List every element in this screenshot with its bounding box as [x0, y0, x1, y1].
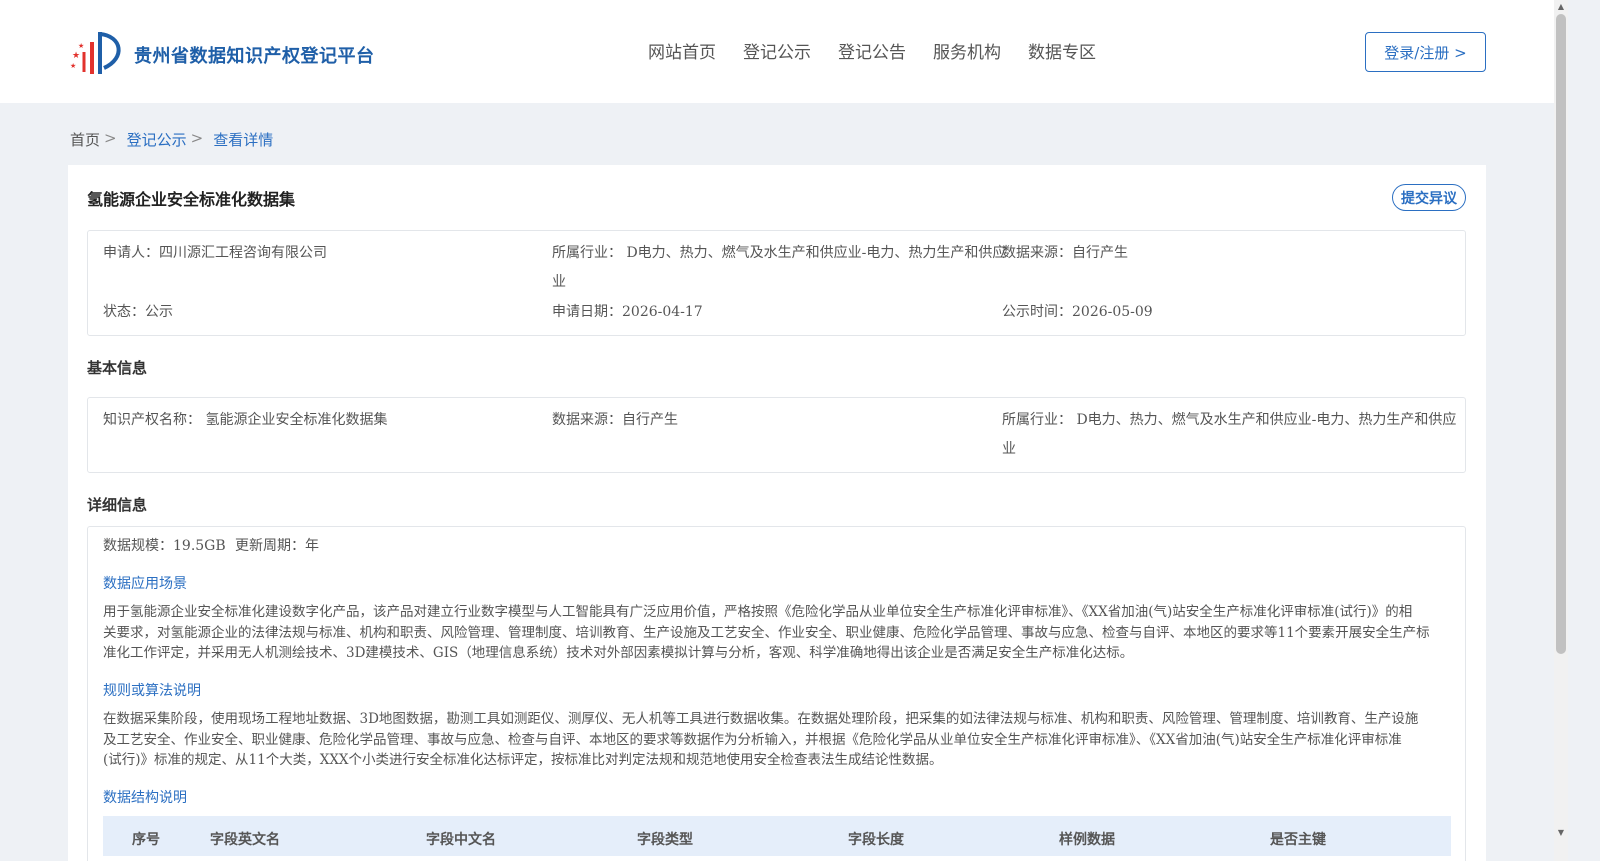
algorithm-text: 在数据采集阶段，使用现场工程地址数据、3D地图数据，勘测工具如测距仪、测厚仪、无… — [103, 709, 1451, 771]
industry-field: 所属行业： D电力、热力、燃气及水生产和供应业-电力、热力生产和供应 业 — [552, 239, 1006, 297]
breadcrumb: 首页 > 登记公示 > 查看详情 — [70, 129, 273, 150]
basic-industry-line-1: 所属行业： D电力、热力、燃气及水生产和供应业-电力、热力生产和供应 — [1002, 412, 1457, 428]
scrollbar-thumb[interactable] — [1556, 14, 1566, 654]
data-scale-field: 数据规模：19.5GB — [103, 538, 226, 554]
detailed-info-box — [87, 526, 1466, 861]
detail-card: 氢能源企业安全标准化数据集 提交异议 申请人：四川源汇工程咨询有限公司 所属行业… — [68, 165, 1486, 861]
breadcrumb-separator: > — [104, 129, 117, 147]
scenario-line: 关要求，对氢能源企业的法律法规与标准、机构和职责、风险管理、管理制度、培训教育、… — [103, 624, 1430, 641]
svg-text:★: ★ — [70, 62, 76, 70]
col-index: 序号 — [132, 832, 160, 848]
svg-text:★: ★ — [72, 51, 80, 61]
breadcrumb-current: 查看详情 — [213, 131, 274, 149]
nav-home[interactable]: 网站首页 — [648, 38, 716, 63]
structure-table-header: 序号 字段英文名 字段中文名 字段类型 字段长度 样例数据 是否主键 — [103, 816, 1451, 856]
algorithm-line: 在数据采集阶段，使用现场工程地址数据、3D地图数据，勘测工具如测距仪、测厚仪、无… — [103, 711, 1419, 727]
platform-logo-icon: ★ ★ ★ — [70, 32, 121, 74]
site-logo[interactable]: ★ ★ ★ 贵州省数据知识产权登记平台 — [70, 28, 375, 78]
logo-text: 贵州省数据知识产权登记平台 — [134, 46, 375, 67]
algorithm-title: 规则或算法说明 — [103, 683, 201, 699]
detailed-info-title: 详细信息 — [87, 496, 148, 514]
nav-service-agencies[interactable]: 服务机构 — [933, 38, 1001, 63]
page-title: 氢能源企业安全标准化数据集 — [87, 190, 296, 209]
main-nav: 网站首页 登记公示 登记公告 服务机构 数据专区 — [648, 38, 1123, 63]
nav-registration-announcement[interactable]: 登记公告 — [838, 38, 906, 63]
scroll-down-arrow-icon[interactable]: ▼ — [1556, 828, 1566, 838]
breadcrumb-registration-publicity[interactable]: 登记公示 — [127, 129, 187, 150]
scenario-title: 数据应用场景 — [103, 576, 187, 592]
nav-registration-publicity[interactable]: 登记公示 — [743, 38, 811, 63]
scroll-up-arrow-icon[interactable]: ▲ — [1556, 2, 1566, 12]
breadcrumb-separator: > — [190, 129, 204, 147]
login-register-button[interactable]: 登录/注册 > — [1365, 32, 1486, 72]
apply-date-field: 申请日期：2026-04-17 — [552, 304, 703, 320]
svg-text:★: ★ — [78, 42, 84, 50]
nav-data-zone[interactable]: 数据专区 — [1028, 38, 1096, 63]
submit-objection-button[interactable]: 提交异议 — [1392, 184, 1466, 211]
industry-line-2: 业 — [552, 274, 566, 290]
industry-line-1: 所属行业： D电力、热力、燃气及水生产和供应业-电力、热力生产和供应 — [552, 245, 1007, 261]
scenario-text: 用于氢能源企业安全标准化建设数字化产品，该产品对建立行业数字模型与人工智能具有广… — [103, 602, 1451, 664]
basic-data-source-field: 数据来源：自行产生 — [552, 412, 678, 428]
algorithm-line: 及工艺安全、作业安全、职业健康、危险化学品管理、事故与应急、检查与自评、本地区的… — [103, 731, 1402, 748]
update-cycle-field: 更新周期：年 — [235, 538, 319, 554]
publish-date-field: 公示时间：2026-05-09 — [1002, 304, 1153, 320]
algorithm-line: (试行)》标准的规定、从11个大类，XXX个小类进行安全标准化达标评定，按标准比… — [103, 752, 943, 769]
basic-industry-line-2: 业 — [1002, 441, 1016, 457]
col-primary-key: 是否主键 — [1270, 832, 1326, 848]
status-field: 状态：公示 — [103, 304, 173, 320]
col-field-type: 字段类型 — [637, 832, 693, 848]
breadcrumb-home[interactable]: 首页 — [70, 129, 100, 150]
col-field-en-name: 字段英文名 — [210, 832, 280, 848]
col-sample-data: 样例数据 — [1059, 832, 1115, 848]
scenario-line: 准化工作评定，并采用无人机测绘技术、3D建模技术、GIS（地理信息系统）技术对外… — [103, 645, 1134, 662]
applicant-field: 申请人：四川源汇工程咨询有限公司 — [103, 245, 327, 261]
basic-info-box: 知识产权名称： 氢能源企业安全标准化数据集 数据来源：自行产生 所属行业： D电… — [87, 397, 1466, 473]
col-field-cn-name: 字段中文名 — [426, 832, 496, 848]
site-header: ★ ★ ★ 贵州省数据知识产权登记平台 网站首页 登记公示 登记公告 服务机构 … — [0, 0, 1554, 103]
data-source-field: 数据来源：自行产生 — [1002, 245, 1128, 261]
basic-industry-field: 所属行业： D电力、热力、燃气及水生产和供应业-电力、热力生产和供应 业 — [1002, 406, 1456, 464]
ip-name-field: 知识产权名称： 氢能源企业安全标准化数据集 — [103, 412, 388, 428]
structure-title: 数据结构说明 — [103, 790, 187, 806]
col-field-length: 字段长度 — [848, 832, 904, 848]
scenario-line: 用于氢能源企业安全标准化建设数字化产品，该产品对建立行业数字模型与人工智能具有广… — [103, 604, 1413, 620]
basic-info-title: 基本信息 — [87, 359, 148, 377]
summary-box: 申请人：四川源汇工程咨询有限公司 所属行业： D电力、热力、燃气及水生产和供应业… — [87, 230, 1466, 336]
